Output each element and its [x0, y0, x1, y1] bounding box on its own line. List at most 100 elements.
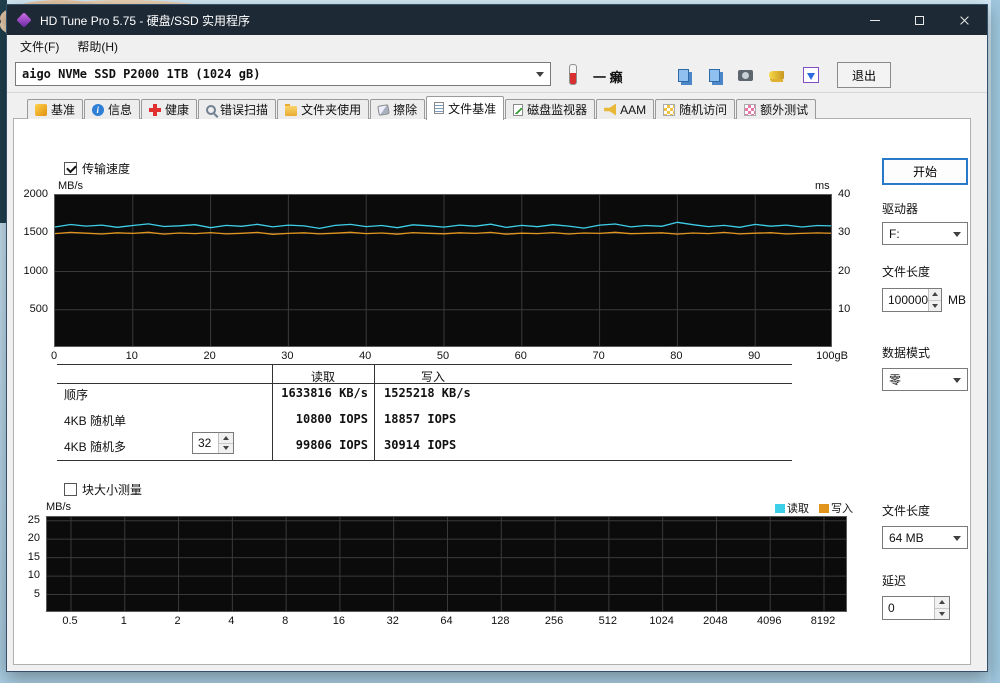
- options-button[interactable]: [762, 62, 790, 88]
- tab-benchmark[interactable]: 基准: [27, 99, 84, 119]
- tick-label: 2: [174, 615, 181, 627]
- 4k-multi-write-value: 30914 IOPS: [384, 438, 457, 452]
- write-column-header: 写入: [420, 370, 445, 384]
- maximize-icon: [915, 15, 924, 25]
- tab-label: 擦除: [393, 103, 418, 117]
- tab-info[interactable]: 信息: [84, 99, 141, 119]
- tick-label: 16: [332, 615, 346, 627]
- chevron-up-icon: [932, 292, 939, 297]
- block-chart-y-axis-unit: MB/s: [46, 501, 72, 513]
- camera-icon: [737, 69, 753, 81]
- tick-label: 5: [33, 587, 40, 600]
- info-icon: [92, 103, 105, 116]
- error-scan-icon: [206, 104, 217, 115]
- tab-bar: 基准 信息 健康 错误扫描 文件夹使用 擦除 文件基准 磁盘监视器 AAM 随机访问 额外测试: [27, 95, 817, 120]
- transfer-speed-checkbox[interactable]: 传输速度: [64, 160, 130, 177]
- tab-error-scan[interactable]: 错误扫描: [198, 99, 277, 119]
- tick-label: 512: [598, 615, 618, 627]
- aam-icon: [604, 103, 617, 116]
- tick-label: 40: [838, 188, 851, 200]
- data-mode-select[interactable]: 零: [882, 368, 968, 391]
- chevron-down-icon: [939, 611, 945, 616]
- queue-depth-spin-up[interactable]: [219, 433, 233, 444]
- block-size-checkbox[interactable]: 块大小测量: [64, 481, 142, 498]
- row-4k-single-label: 4KB 随机单: [64, 414, 127, 428]
- screenshot-button[interactable]: [731, 62, 759, 88]
- delay-label: 延迟: [882, 574, 907, 588]
- y-axis-labels: 2000 1500 1000 500: [12, 188, 50, 347]
- tab-label: 随机访问: [679, 103, 728, 117]
- window-controls: [852, 5, 987, 35]
- health-icon: [149, 103, 162, 116]
- drive-combobox[interactable]: aigo NVMe SSD P2000 1TB (1024 gB): [15, 62, 551, 86]
- chart-canvas: [54, 194, 832, 347]
- sequential-read-value: 1633816 KB/s: [281, 386, 368, 400]
- copy-icon: [677, 68, 689, 82]
- titlebar: HD Tune Pro 5.75 - 硬盘/SSD 实用程序: [7, 5, 987, 35]
- file-length-spin-down[interactable]: [929, 300, 941, 311]
- chart-svg: [55, 195, 831, 346]
- chevron-up-icon: [939, 600, 945, 605]
- tick-label: 50: [436, 350, 450, 362]
- tick-label: 8: [282, 615, 289, 627]
- delay-spin-down[interactable]: [935, 608, 949, 619]
- tab-disk-monitor[interactable]: 磁盘监视器: [505, 99, 596, 119]
- tab-folder-usage[interactable]: 文件夹使用: [277, 99, 370, 119]
- tick-label: 25: [27, 513, 40, 526]
- queue-depth-spin-down[interactable]: [219, 443, 233, 453]
- read-swatch-icon: [775, 504, 785, 513]
- tab-extra-tests[interactable]: 额外测试: [736, 99, 817, 119]
- delay-spin-up[interactable]: [935, 597, 949, 609]
- copy-text-button[interactable]: [669, 62, 697, 88]
- y2-axis-labels: 40 30 20 10: [834, 188, 862, 347]
- maximize-button[interactable]: [897, 5, 942, 35]
- copy-image-button[interactable]: [700, 62, 728, 88]
- menu-help[interactable]: 帮助(H): [68, 35, 127, 58]
- file-length-spinner[interactable]: 100000: [882, 288, 942, 312]
- toolbar: aigo NVMe SSD P2000 1TB (1024 gB) 一 癞 退出: [7, 57, 987, 93]
- file-length-spin-up[interactable]: [929, 289, 941, 301]
- exit-button[interactable]: 退出: [837, 62, 891, 88]
- file-length-unit: MB: [948, 293, 966, 307]
- drive-select[interactable]: F:: [882, 222, 968, 245]
- drive-select-value: F:: [889, 226, 900, 241]
- tab-random-access[interactable]: 随机访问: [655, 99, 736, 119]
- tab-label: 文件夹使用: [301, 103, 362, 117]
- minimize-icon: [869, 19, 880, 21]
- tick-label: 64: [440, 615, 453, 627]
- bottom-file-length-value: 64 MB: [889, 530, 924, 545]
- queue-depth-spinner[interactable]: 32: [192, 432, 234, 454]
- table-line: [57, 364, 792, 365]
- checkbox-checked-icon: [64, 162, 77, 175]
- bottom-file-length-select[interactable]: 64 MB: [882, 526, 968, 549]
- file-benchmark-icon: [434, 102, 445, 114]
- delay-input[interactable]: 0: [882, 596, 950, 620]
- read-column-header: 读取: [310, 370, 335, 384]
- tab-label: 错误扫描: [220, 103, 269, 117]
- transfer-speed-chart: 2000 1500 1000 500 40 30 20 10 0 10 20 30 40 50 60 70…: [24, 188, 851, 362]
- tick-label: 20: [838, 264, 851, 277]
- menu-file[interactable]: 文件(F): [11, 35, 68, 58]
- tick-label: 1: [120, 615, 127, 627]
- chevron-down-icon: [953, 231, 961, 237]
- start-button[interactable]: 开始: [882, 158, 968, 185]
- tab-health[interactable]: 健康: [141, 99, 198, 119]
- y-axis-unit: MB/s: [58, 180, 84, 192]
- legend-write: 写入: [819, 500, 853, 516]
- tab-file-benchmark[interactable]: 文件基准: [426, 96, 505, 120]
- chevron-down-icon: [223, 446, 229, 451]
- tab-label: 基准: [51, 103, 76, 117]
- block-size-label: 块大小测量: [82, 483, 143, 497]
- tab-aam[interactable]: AAM: [596, 99, 655, 119]
- y-axis-labels: 25 20 15 10 5: [4, 513, 42, 612]
- save-results-button[interactable]: [797, 62, 825, 88]
- close-button[interactable]: [942, 5, 987, 35]
- tick-label: 100gB: [816, 350, 848, 362]
- tick-label: 40: [359, 350, 372, 362]
- tab-erase[interactable]: 擦除: [370, 99, 426, 119]
- tick-label: 15: [27, 550, 40, 563]
- chevron-down-icon: [536, 72, 544, 77]
- tick-label: 0.5: [62, 615, 78, 627]
- erase-icon: [377, 103, 390, 116]
- minimize-button[interactable]: [852, 5, 897, 35]
